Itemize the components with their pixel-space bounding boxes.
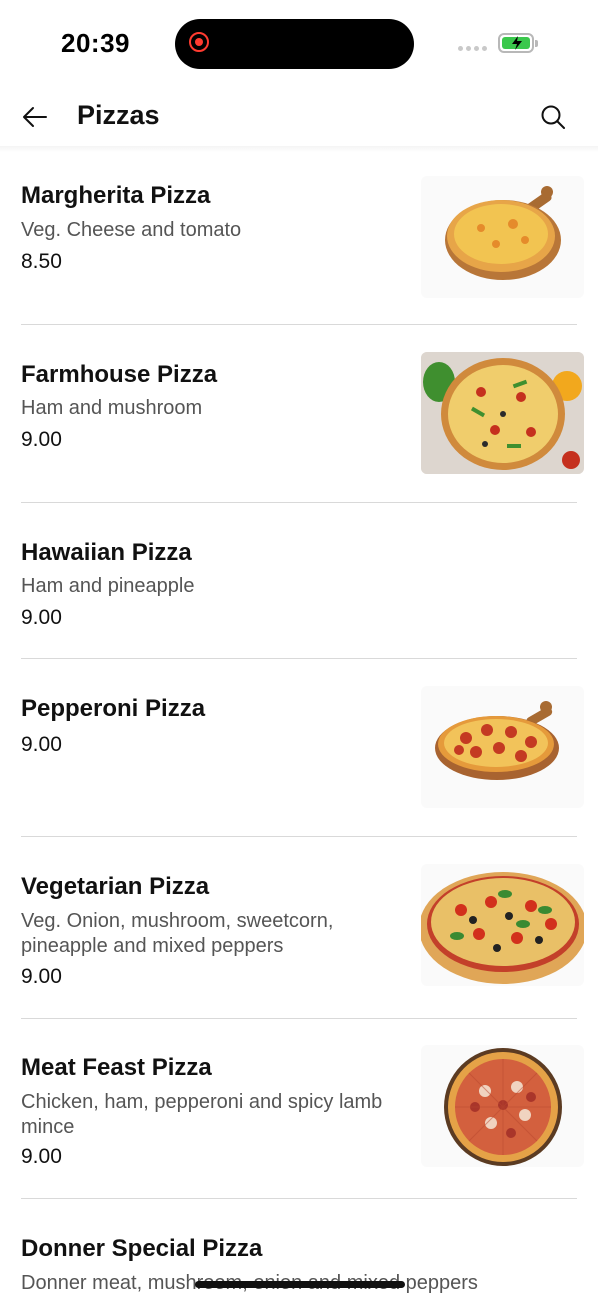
record-icon bbox=[189, 32, 209, 52]
status-time: 20:39 bbox=[61, 28, 130, 58]
item-image bbox=[421, 686, 584, 808]
menu-item[interactable]: Hawaiian Pizza Ham and pineapple 9.00 bbox=[21, 503, 577, 659]
item-image bbox=[421, 864, 584, 986]
item-description: Veg. Onion, mushroom, sweetcorn, pineapp… bbox=[21, 910, 334, 957]
arrow-left-icon[interactable] bbox=[20, 102, 50, 132]
home-indicator[interactable] bbox=[195, 1281, 405, 1288]
item-image bbox=[421, 1045, 584, 1167]
item-name: Margherita Pizza bbox=[21, 182, 211, 209]
signal-icon bbox=[458, 44, 488, 52]
item-name: Donner Special Pizza bbox=[21, 1235, 263, 1262]
item-image bbox=[421, 352, 584, 474]
item-price: 9.00 bbox=[21, 606, 62, 629]
page-title: Pizzas bbox=[77, 100, 160, 130]
status-bar: 20:39 bbox=[0, 0, 598, 90]
menu-item[interactable]: Farmhouse Pizza Ham and mushroom 9.00 bbox=[21, 325, 584, 503]
item-name: Hawaiian Pizza bbox=[21, 539, 192, 566]
menu-item[interactable]: Margherita Pizza Veg. Cheese and tomato … bbox=[21, 152, 584, 325]
menu-item[interactable]: Pepperoni Pizza 9.00 bbox=[21, 659, 584, 837]
item-price: 9.00 bbox=[21, 733, 62, 756]
item-price: 9.00 bbox=[21, 428, 62, 451]
item-name: Farmhouse Pizza bbox=[21, 361, 218, 388]
item-description: Chicken, ham, pepperoni and spicy lamb m… bbox=[21, 1091, 383, 1138]
item-price: 9.00 bbox=[21, 1145, 62, 1168]
item-name: Pepperoni Pizza bbox=[21, 695, 206, 722]
item-price: 8.50 bbox=[21, 250, 62, 273]
dynamic-island bbox=[175, 19, 414, 69]
battery-charging-icon bbox=[498, 33, 538, 53]
app-header: Pizzas bbox=[0, 90, 598, 146]
item-description: Veg. Cheese and tomato bbox=[21, 219, 242, 241]
menu-item[interactable]: Vegetarian Pizza Veg. Onion, mushroom, s… bbox=[21, 837, 584, 1019]
item-description: Ham and pineapple bbox=[21, 575, 195, 597]
item-image bbox=[421, 176, 584, 298]
item-name: Vegetarian Pizza bbox=[21, 873, 210, 900]
menu-item[interactable]: Meat Feast Pizza Chicken, ham, pepperoni… bbox=[21, 1019, 584, 1199]
search-icon[interactable] bbox=[538, 102, 568, 132]
item-price: 9.00 bbox=[21, 965, 62, 988]
item-description: Ham and mushroom bbox=[21, 397, 203, 419]
item-name: Meat Feast Pizza bbox=[21, 1054, 212, 1081]
